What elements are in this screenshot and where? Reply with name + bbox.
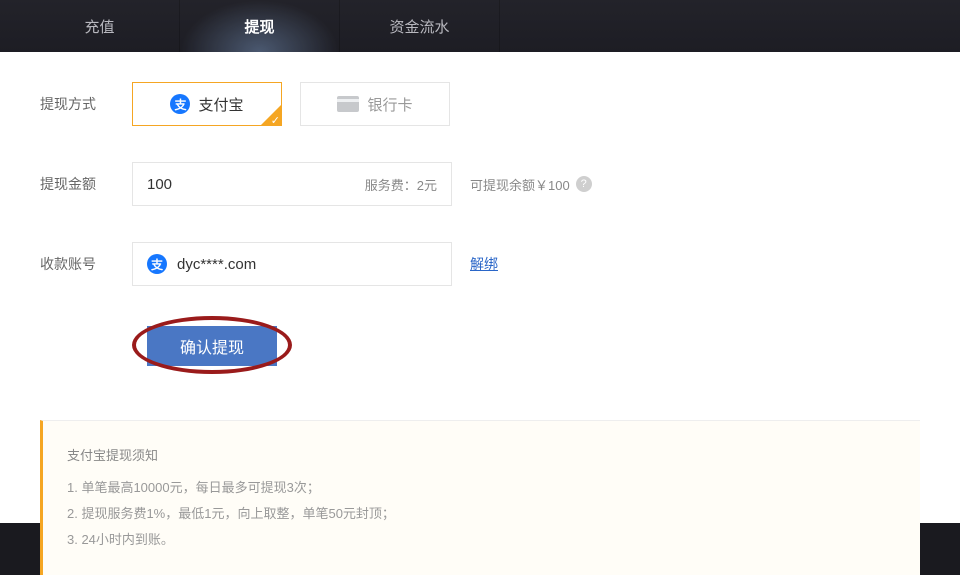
method-alipay-label: 支付宝 xyxy=(198,94,243,115)
amount-input[interactable] xyxy=(147,176,267,193)
tab-recharge[interactable]: 充值 xyxy=(20,0,180,52)
label-method: 提现方式 xyxy=(40,94,132,114)
notice-line-3: 3. 24小时内到账。 xyxy=(67,527,896,553)
label-account: 收款账号 xyxy=(40,254,132,274)
account-box: 支 dyc****.com xyxy=(132,242,452,286)
fee-text: 服务费：2元 xyxy=(365,175,437,194)
alipay-icon: 支 xyxy=(170,94,190,114)
tab-withdraw[interactable]: 提现 xyxy=(180,0,340,52)
amount-box: 服务费：2元 xyxy=(132,162,452,206)
account-value: dyc****.com xyxy=(177,256,256,273)
top-tabs: 充值 提现 资金流水 xyxy=(0,0,960,52)
bankcard-icon xyxy=(337,96,359,112)
unbind-link[interactable]: 解绑 xyxy=(470,254,498,274)
confirm-withdraw-button[interactable]: 确认提现 xyxy=(147,326,277,366)
method-bankcard[interactable]: 银行卡 xyxy=(300,82,450,126)
balance-value: 可提现余额￥100 xyxy=(470,175,570,194)
row-account: 收款账号 支 dyc****.com 解绑 xyxy=(40,242,920,286)
alipay-icon: 支 xyxy=(147,254,167,274)
row-amount: 提现金额 服务费：2元 可提现余额￥100 ? xyxy=(40,162,920,206)
tab-fund-flow[interactable]: 资金流水 xyxy=(340,0,500,52)
submit-wrap: 确认提现 xyxy=(132,322,292,370)
content-panel: 提现方式 支 支付宝 银行卡 提现金额 服务费：2元 可提现余额￥100 ? 收… xyxy=(0,52,960,523)
row-method: 提现方式 支 支付宝 银行卡 xyxy=(40,82,920,126)
notice-line-2: 2. 提现服务费1%，最低1元，向上取整，单笔50元封顶； xyxy=(67,501,896,527)
notice-title: 支付宝提现须知 xyxy=(67,443,896,469)
help-icon[interactable]: ? xyxy=(576,176,592,192)
notice-panel: 支付宝提现须知 1. 单笔最高10000元，每日最多可提现3次； 2. 提现服务… xyxy=(40,420,920,575)
method-bankcard-label: 银行卡 xyxy=(367,94,412,115)
notice-line-1: 1. 单笔最高10000元，每日最多可提现3次； xyxy=(67,475,896,501)
balance-text: 可提现余额￥100 ? xyxy=(470,175,592,194)
method-alipay[interactable]: 支 支付宝 xyxy=(132,82,282,126)
label-amount: 提现金额 xyxy=(40,174,132,194)
method-options: 支 支付宝 银行卡 xyxy=(132,82,450,126)
